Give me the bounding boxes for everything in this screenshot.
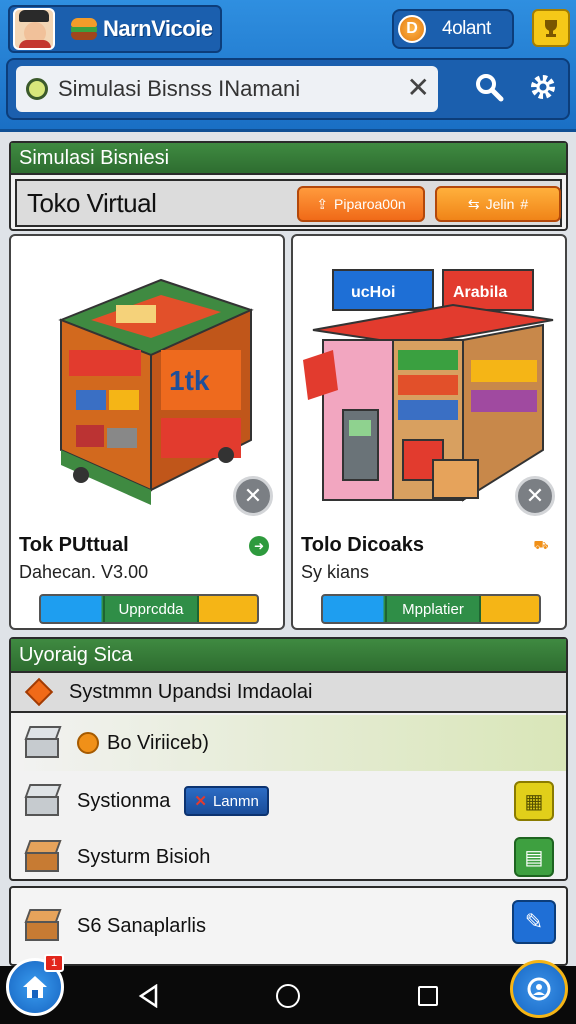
cardboard-box-icon <box>23 909 63 943</box>
upgrade-panel-subtitle-row: Systmmn Upandsi Imdaolai <box>11 673 566 713</box>
list-item[interactable]: Systurm Bisioh ▤ <box>11 829 566 885</box>
store-row: Toko Virtual ⇪ Piparoa00n ⇆ Jelin # <box>15 179 562 227</box>
tools-button[interactable]: ✎ <box>512 900 556 944</box>
assistant-button[interactable] <box>510 960 568 1018</box>
list-item-label: Bo Viriiceb) <box>107 731 209 754</box>
simulation-panel: Simulasi Bisniesi Toko Virtual ⇪ Piparoa… <box>9 141 568 231</box>
app-title-pill[interactable]: NarnVicoie <box>8 5 222 53</box>
list-item[interactable]: Bo Viriiceb) <box>11 715 566 771</box>
search-input[interactable] <box>58 76 398 102</box>
coin-icon: D <box>398 15 426 43</box>
avatar[interactable] <box>13 8 55 50</box>
gear-icon[interactable] <box>528 72 558 102</box>
status-badge: ➜ <box>249 536 269 556</box>
card-subtitle: Sy kians <box>301 562 370 582</box>
store-title: Toko Virtual <box>27 187 157 218</box>
trophy-button[interactable] <box>532 9 570 47</box>
close-icon[interactable]: ✕ <box>515 476 555 516</box>
upgrade-panel-title: Uyoraig Sica <box>11 639 566 673</box>
list-item[interactable]: S6 Sanaplarlis ✎ <box>9 886 568 966</box>
list-item-label: Systurm Bisioh <box>77 845 211 868</box>
cardboard-box-icon <box>23 840 63 874</box>
upgrade-store-label: Piparoa00n <box>334 196 406 212</box>
upgrade-card-button[interactable]: Upprcdda <box>39 594 259 624</box>
upgrade-card-label: Mpplatier <box>385 596 481 622</box>
cart-icon: ⛟ <box>533 538 549 552</box>
top-bar: NarnVicoie D 4olant ✕ <box>0 0 576 132</box>
store-card[interactable]: 1tk ✕ Tok PUttual ➜ Dahecan. V3.00 Upprc… <box>9 234 285 630</box>
trophy-icon <box>545 20 557 37</box>
clear-icon[interactable]: ✕ <box>407 74 430 102</box>
document-button[interactable]: ▤ <box>514 837 554 877</box>
upgrade-panel-subtitle: Systmmn Upandsi Imdaolai <box>69 680 313 703</box>
list-item-label: S6 Sanaplarlis <box>77 914 206 937</box>
box-icon <box>23 726 63 760</box>
x-icon: ✕ <box>194 793 207 810</box>
card-title: Tolo Dicoaks <box>301 534 424 556</box>
box-icon <box>23 784 63 818</box>
coin-balance[interactable]: D 4olant <box>392 9 514 49</box>
notification-badge: 1 <box>44 954 64 972</box>
upgrade-card-label: Upprcdda <box>103 596 199 622</box>
coin-icon <box>77 732 99 754</box>
svg-text:1tk: 1tk <box>169 365 210 396</box>
upgrade-card-button[interactable]: Mpplatier <box>321 594 541 624</box>
coin-label: 4olant <box>442 18 491 39</box>
shop-label: Jelin <box>485 196 515 212</box>
navigation-bar: 1 <box>0 954 576 1024</box>
diamond-icon <box>24 677 54 707</box>
list-item[interactable]: Systionma ✕ Lanmn ▦ <box>11 773 566 829</box>
svg-text:ucHoi: ucHoi <box>351 284 395 301</box>
search-icon[interactable] <box>474 72 504 102</box>
assistant-icon <box>527 977 551 1001</box>
swap-icon: ⇆ <box>467 195 480 212</box>
simulation-panel-title: Simulasi Bisniesi <box>11 143 566 175</box>
recent-apps-icon[interactable] <box>418 986 438 1006</box>
upgrade-panel: Uyoraig Sica Systmmn Upandsi Imdaolai Bo… <box>9 637 568 881</box>
svg-text:Arabila: Arabila <box>453 284 507 301</box>
home-icon <box>23 976 47 998</box>
close-icon[interactable]: ✕ <box>233 476 273 516</box>
tag-label: Lanmn <box>212 792 259 810</box>
upgrade-store-button[interactable]: ⇪ Piparoa00n <box>297 186 425 222</box>
list-item-label: Systionma <box>77 789 171 812</box>
card-title: Tok PUttual <box>19 534 129 556</box>
app-name: NarnVicoie <box>103 16 213 41</box>
tag-button[interactable]: ✕ Lanmn <box>184 786 269 816</box>
arrow-up-icon: ⇪ <box>316 195 329 212</box>
store-card[interactable]: ucHoi Arabila ✕ Tolo Dicoaks ⛟ Sy kians … <box>291 234 567 630</box>
grid-button[interactable]: ▦ <box>514 781 554 821</box>
card-subtitle: Dahecan. V3.00 <box>19 562 149 582</box>
shop-label-suffix: # <box>520 196 529 212</box>
back-icon[interactable] <box>138 984 160 1008</box>
search-field[interactable]: ✕ <box>16 66 438 112</box>
burger-icon <box>71 16 97 42</box>
search-bar: ✕ <box>6 58 570 120</box>
system-home-icon[interactable] <box>276 984 300 1008</box>
search-leading-icon <box>26 78 48 100</box>
shop-button[interactable]: ⇆ Jelin # <box>435 186 561 222</box>
